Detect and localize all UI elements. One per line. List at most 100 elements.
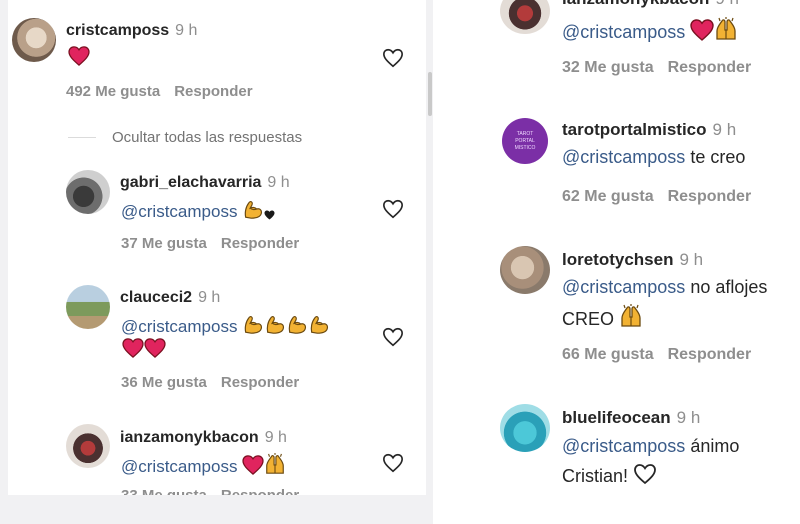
red-heart-emoji xyxy=(242,455,264,475)
avatar[interactable]: TAROT PORTAL MISTICO xyxy=(502,118,548,164)
comment-meta: 32 Me gusta Responder xyxy=(562,59,751,77)
reply-header: ianzamonykbacon 9 h xyxy=(120,429,287,447)
likes-count[interactable]: 32 Me gusta xyxy=(562,59,654,76)
reply-button[interactable]: Responder xyxy=(221,374,299,391)
likes-count[interactable]: 492 Me gusta xyxy=(66,83,160,100)
avatar[interactable] xyxy=(12,18,56,62)
reply-text: @cristcamposs xyxy=(121,198,275,222)
comment-text: @cristcamposs xyxy=(562,17,738,43)
comment-header: ianzamonykbacon 9 h xyxy=(562,0,739,9)
red-heart-emoji xyxy=(690,19,714,41)
red-heart-emoji xyxy=(68,46,90,66)
right-comment-panel: ianzamonykbacon 9 h @cristcamposs 32 Me g… xyxy=(433,0,800,524)
likes-count[interactable]: 36 Me gusta xyxy=(121,374,207,391)
flexed-biceps-emoji xyxy=(308,313,330,335)
mention-link[interactable]: @cristcamposs xyxy=(121,202,237,221)
timestamp[interactable]: 9 h xyxy=(198,289,220,306)
flexed-biceps-emoji xyxy=(286,313,308,335)
avatar[interactable] xyxy=(500,0,550,34)
comment-body: ánimo xyxy=(690,436,740,456)
scrollbar-thumb[interactable] xyxy=(428,72,432,116)
username[interactable]: clauceci2 xyxy=(120,289,192,306)
comment-text xyxy=(68,46,90,68)
username[interactable]: bluelifeocean xyxy=(562,408,671,427)
like-heart-icon[interactable] xyxy=(382,326,404,348)
comment-text: @cristcamposs ánimo xyxy=(562,436,739,457)
reply-button[interactable]: Responder xyxy=(221,235,299,252)
reply-text: @cristcamposs xyxy=(121,313,330,337)
black-heart-emoji xyxy=(264,210,275,220)
comment-header: bluelifeocean 9 h xyxy=(562,408,700,428)
avatar-logo-text: TAROT PORTAL MISTICO xyxy=(514,130,536,151)
flexed-biceps-emoji xyxy=(242,313,264,335)
reply-text: @cristcamposs xyxy=(121,453,286,477)
likes-count[interactable]: 37 Me gusta xyxy=(121,235,207,252)
mention-link[interactable]: @cristcamposs xyxy=(121,317,237,336)
timestamp[interactable]: 9 h xyxy=(677,408,701,427)
avatar[interactable] xyxy=(500,246,550,294)
likes-count[interactable]: 62 Me gusta xyxy=(562,188,654,205)
reply-meta: 36 Me gusta Responder xyxy=(121,374,299,391)
comment-text-line2: CREO xyxy=(562,304,643,330)
comment-text: @cristcamposs no aflojes xyxy=(562,277,767,298)
username[interactable]: ianzamonykbacon xyxy=(120,429,259,446)
timestamp[interactable]: 9 h xyxy=(713,120,737,139)
username[interactable]: tarotportalmistico xyxy=(562,120,707,139)
hide-replies-button[interactable]: Ocultar todas las respuestas xyxy=(112,129,302,146)
timestamp[interactable]: 9 h xyxy=(679,250,703,269)
timestamp[interactable]: 9 h xyxy=(265,429,287,446)
comment-body: no aflojes xyxy=(690,277,768,297)
comment-header: tarotportalmistico 9 h xyxy=(562,120,736,140)
reply-text-line2 xyxy=(122,338,166,360)
avatar[interactable] xyxy=(500,404,550,452)
username[interactable]: loretotychsen xyxy=(562,250,673,269)
like-heart-icon[interactable] xyxy=(382,452,404,474)
comment-body-line2: Cristian! xyxy=(562,466,629,486)
reply-button[interactable]: Responder xyxy=(668,346,752,363)
divider xyxy=(68,137,96,138)
timestamp[interactable]: 9 h xyxy=(715,0,739,8)
comment-header: cristcamposs 9 h xyxy=(66,22,197,40)
flexed-biceps-emoji xyxy=(242,198,264,220)
reply-header: clauceci2 9 h xyxy=(120,289,220,307)
likes-count[interactable]: 66 Me gusta xyxy=(562,346,654,363)
comment-text: @cristcamposs te creo xyxy=(562,147,745,168)
avatar[interactable] xyxy=(66,285,110,329)
reply-meta: 33 Me gusta Responder xyxy=(121,487,299,495)
reply-button[interactable]: Responder xyxy=(174,83,252,100)
comment-meta: 66 Me gusta Responder xyxy=(562,346,751,364)
mention-link[interactable]: @cristcamposs xyxy=(562,147,685,167)
username[interactable]: gabri_elachavarria xyxy=(120,174,261,191)
comment-meta: 492 Me gusta Responder xyxy=(66,83,253,100)
mention-link[interactable]: @cristcamposs xyxy=(121,457,237,476)
comment-body-line2: CREO xyxy=(562,309,615,329)
username[interactable]: ianzamonykbacon xyxy=(562,0,709,8)
folded-hands-emoji xyxy=(264,453,286,475)
reply-button[interactable]: Responder xyxy=(221,487,299,495)
reply-button[interactable]: Responder xyxy=(668,188,752,205)
mention-link[interactable]: @cristcamposs xyxy=(562,22,685,42)
white-heart-emoji xyxy=(633,463,657,485)
avatar[interactable] xyxy=(66,424,110,468)
comment-body: te creo xyxy=(690,147,746,167)
likes-count[interactable]: 33 Me gusta xyxy=(121,487,207,495)
flexed-biceps-emoji xyxy=(264,313,286,335)
left-comment-panel: cristcamposs 9 h 492 Me gusta Responder Oc… xyxy=(8,0,426,495)
comment-header: loretotychsen 9 h xyxy=(562,250,703,270)
like-heart-icon[interactable] xyxy=(382,198,404,220)
comment-meta: 62 Me gusta Responder xyxy=(562,188,751,206)
reply-meta: 37 Me gusta Responder xyxy=(121,235,299,252)
reply-button[interactable]: Responder xyxy=(668,59,752,76)
comment-text-line2: Cristian! xyxy=(562,463,657,487)
mention-link[interactable]: @cristcamposs xyxy=(562,436,685,456)
red-heart-emoji xyxy=(122,338,144,358)
avatar[interactable] xyxy=(66,170,110,214)
timestamp[interactable]: 9 h xyxy=(175,22,197,39)
like-heart-icon[interactable] xyxy=(382,47,404,69)
username[interactable]: cristcamposs xyxy=(66,22,169,39)
folded-hands-emoji xyxy=(619,304,643,328)
mention-link[interactable]: @cristcamposs xyxy=(562,277,685,297)
folded-hands-emoji xyxy=(714,17,738,41)
red-heart-emoji xyxy=(144,338,166,358)
timestamp[interactable]: 9 h xyxy=(267,174,289,191)
